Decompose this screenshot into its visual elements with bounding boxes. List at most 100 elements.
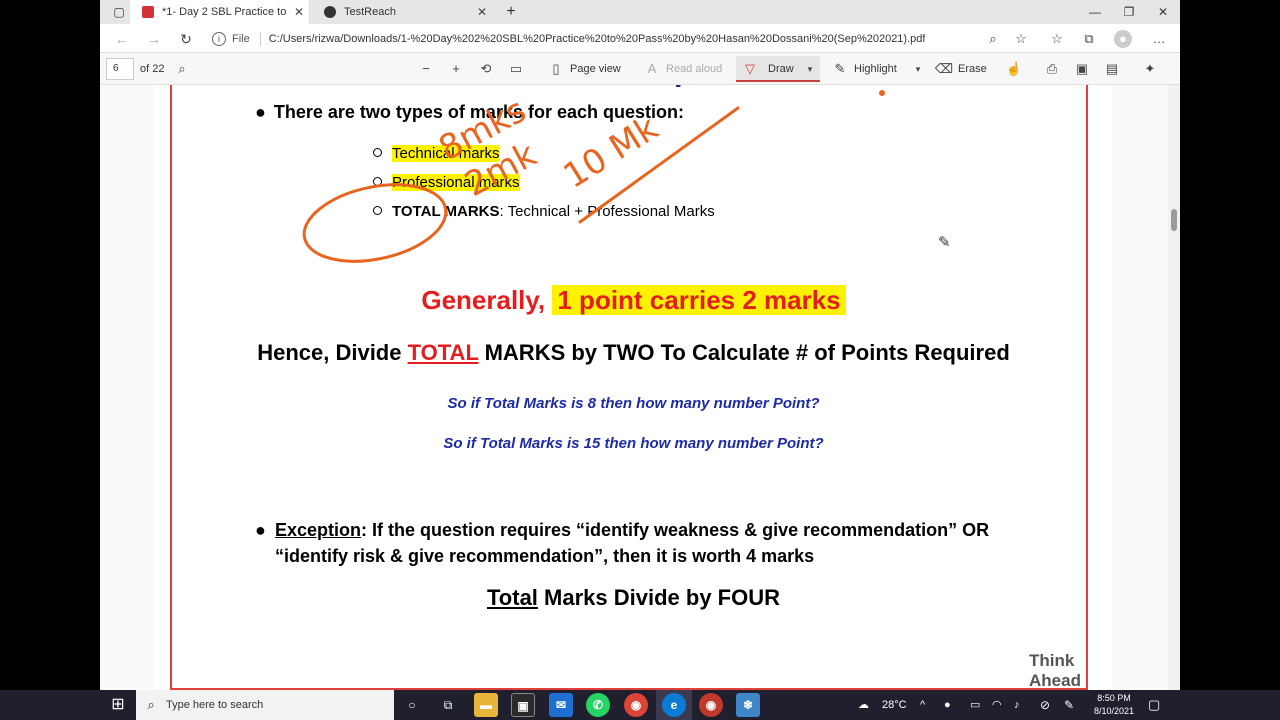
read-aloud-button[interactable]: Read aloud	[666, 53, 722, 85]
pen-icon[interactable]: ✎	[1064, 690, 1074, 720]
back-icon[interactable]: ←	[112, 29, 132, 49]
fit-page-icon[interactable]: ▭	[506, 59, 526, 79]
pdf-toolbar: 6 of 22 ⌕ − + ⟲ ▭ ▯ Page view A Read alo…	[100, 53, 1180, 85]
save-icon[interactable]: ▣	[1072, 59, 1092, 79]
chevron-down-icon[interactable]: ▾	[908, 59, 928, 79]
clock-time: 8:50 PM	[1097, 693, 1131, 703]
page-number-input[interactable]: 6	[106, 58, 134, 80]
hence-suffix: MARKS by TWO To Calculate # of Points Re…	[478, 340, 1010, 365]
profile-avatar[interactable]: ●	[1114, 30, 1132, 48]
task-view-icon[interactable]: ⧉	[436, 693, 460, 717]
zoom-in-icon[interactable]: +	[446, 59, 466, 79]
draw-button[interactable]: Draw	[768, 53, 794, 85]
tab-sbl-pdf[interactable]: *1- Day 2 SBL Practice to Pass by ✕	[130, 0, 310, 24]
print-icon[interactable]: ⎙	[1042, 59, 1062, 79]
forward-icon[interactable]: →	[144, 29, 164, 49]
whatsapp-icon[interactable]: ✆	[586, 693, 610, 717]
pdf-icon	[142, 6, 154, 18]
snowflake-app-icon[interactable]: ❄	[736, 693, 760, 717]
new-tab-button[interactable]: +	[494, 0, 528, 24]
pdf-page: Number of Points ●There are two types of…	[155, 85, 1112, 690]
highlight-icon[interactable]: ✎	[830, 59, 850, 79]
professional-marks-text: Professional marks	[392, 174, 520, 191]
search-placeholder: Type here to search	[166, 699, 264, 711]
total-divide-four: Total Marks Divide by FOUR	[155, 585, 1112, 611]
taskbar-search[interactable]: ⌕ Type here to search	[136, 690, 394, 720]
favorites-icon[interactable]: ☆	[1048, 30, 1066, 48]
mail-icon[interactable]: ✉	[549, 693, 573, 717]
close-icon[interactable]: ✕	[289, 5, 309, 19]
favorite-add-icon[interactable]: ☆	[1012, 30, 1030, 48]
address-bar: ← → ↻ i File C:/Users/rizwa/Downloads/1-…	[100, 24, 1180, 53]
page-total: of 22	[140, 63, 165, 75]
draw-icon[interactable]: ▽	[740, 59, 760, 79]
zoom-out-icon[interactable]: −	[416, 59, 436, 79]
total-rest: Marks Divide by FOUR	[537, 585, 780, 610]
tray-app-icon[interactable]: ●	[944, 690, 951, 720]
list-item: Professional marks	[373, 174, 520, 191]
restore-icon[interactable]: ❐	[1112, 0, 1146, 24]
minimize-icon[interactable]: —	[1078, 0, 1112, 24]
collections-icon[interactable]: ⧉	[1080, 30, 1098, 48]
bullet-text: There are two types of marks for each qu…	[273, 102, 684, 122]
battery-icon[interactable]: ▭	[970, 690, 980, 720]
chevron-down-icon[interactable]: ▾	[800, 59, 820, 79]
testreach-icon	[324, 6, 336, 18]
save-as-icon[interactable]: ▤	[1102, 59, 1122, 79]
right-letterbox	[1180, 0, 1280, 690]
clock-date: 8/10/2021	[1093, 706, 1135, 716]
page-view-icon[interactable]: ▯	[546, 59, 566, 79]
read-aloud-icon[interactable]: A	[642, 59, 662, 79]
chrome-profile-icon[interactable]: ◉	[699, 693, 723, 717]
cortana-icon[interactable]: ○	[400, 693, 424, 717]
pin-icon[interactable]: ✦	[1140, 59, 1160, 79]
bullet-exception: ● Exception: If the question requires “i…	[255, 520, 990, 566]
page-heading-cutoff: Number of Points	[535, 85, 855, 95]
taskbar-clock[interactable]: 8:50 PM 8/10/2021	[1090, 692, 1138, 718]
generally-highlight: 1 point carries 2 marks	[552, 285, 846, 315]
erase-button[interactable]: Erase	[958, 53, 987, 85]
weather-icon[interactable]: ☁	[858, 690, 869, 720]
think-ahead-logo: Think Ahead	[1029, 651, 1081, 690]
hence-total-word: TOTAL	[407, 340, 479, 365]
scrollbar-thumb[interactable]	[1171, 209, 1177, 231]
browser-window: ▢ *1- Day 2 SBL Practice to Pass by ✕ Te…	[100, 0, 1180, 720]
question-8-marks: So if Total Marks is 8 then how many num…	[447, 395, 820, 412]
tab-label: *1- Day 2 SBL Practice to Pass by	[162, 6, 289, 18]
volume-icon[interactable]: ♪	[1014, 690, 1020, 720]
url-field[interactable]: i File C:/Users/rizwa/Downloads/1-%20Day…	[212, 28, 1082, 50]
edge-icon[interactable]: e	[662, 693, 686, 717]
pencil-cursor-icon: ✎	[938, 234, 951, 251]
link-icon[interactable]: ⊘	[1040, 690, 1050, 720]
rotate-icon[interactable]: ⟲	[476, 59, 496, 79]
touch-icon[interactable]: ☝	[1004, 59, 1024, 79]
hence-line: Hence, Divide TOTAL MARKS by TWO To Calc…	[155, 340, 1112, 366]
tab-label: TestReach	[344, 6, 396, 18]
store-icon[interactable]: ▣	[511, 693, 535, 717]
chrome-icon[interactable]: ◉	[624, 693, 648, 717]
tab-testreach[interactable]: TestReach ✕	[312, 0, 492, 24]
url-prefix: File	[232, 33, 250, 45]
left-letterbox	[0, 0, 100, 690]
scrollbar[interactable]	[1168, 85, 1180, 690]
pdf-viewer[interactable]: Number of Points ●There are two types of…	[100, 85, 1168, 690]
close-icon[interactable]: ✕	[472, 5, 492, 19]
file-explorer-icon[interactable]: ▬	[474, 693, 498, 717]
highlight-button[interactable]: Highlight	[854, 53, 897, 85]
wifi-icon[interactable]: ◠	[992, 690, 1002, 720]
notifications-icon[interactable]: ▢	[1148, 690, 1160, 720]
generally-line: Generally, 1 point carries 2 marks	[155, 285, 1112, 316]
close-window-icon[interactable]: ✕	[1146, 0, 1180, 24]
eraser-icon[interactable]: ⌫	[934, 59, 954, 79]
info-icon[interactable]: i	[212, 32, 226, 46]
temperature[interactable]: 28°C	[882, 690, 907, 720]
search-icon[interactable]: ⌕	[172, 59, 192, 79]
total-word: Total	[487, 585, 538, 610]
taskbar: ⊞ ⌕ Type here to search ○ ⧉ ▬ ▣ ✉ ✆ ◉ e …	[0, 690, 1280, 720]
more-icon[interactable]: …	[1150, 30, 1168, 48]
zoom-icon[interactable]: ⌕	[984, 30, 1002, 48]
tray-chevron-up-icon[interactable]: ^	[920, 690, 925, 720]
refresh-icon[interactable]: ↻	[176, 29, 196, 49]
windows-start-icon[interactable]: ⊞	[100, 690, 136, 720]
page-view-button[interactable]: Page view	[570, 53, 621, 85]
